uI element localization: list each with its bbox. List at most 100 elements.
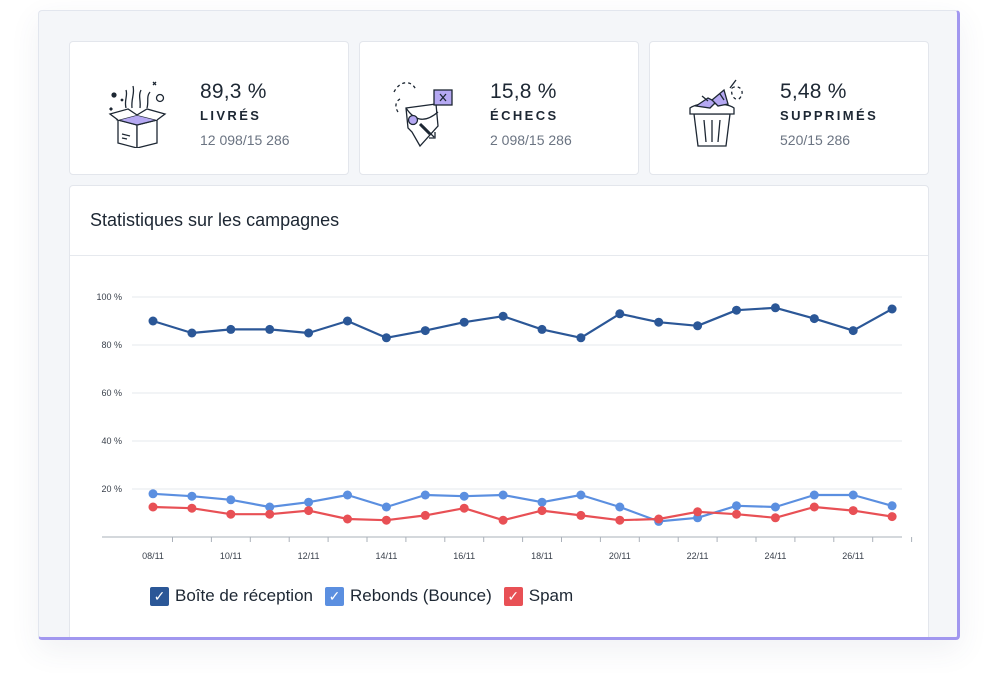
legend-label-spam: Spam (528, 586, 574, 605)
series-line-2 (152, 505, 893, 522)
data-point (226, 324, 236, 334)
data-point (343, 514, 352, 524)
data-point (770, 513, 780, 523)
data-point (381, 515, 391, 525)
y-tick-label: 100 % (96, 292, 122, 302)
deleted-card: 5,48 % SUPPRIMÉS 520/15 286 (649, 41, 929, 175)
data-point (148, 489, 158, 499)
data-point (459, 503, 469, 513)
delivered-percent: 89,3 % (200, 80, 267, 103)
data-point (693, 321, 703, 331)
data-point (848, 506, 858, 516)
data-point (732, 305, 741, 315)
campaign-line-chart: 20 % 40 % 60 % 80 % 100 % 08/11 10/11 12/11 14/1… (96, 292, 913, 561)
data-point (537, 497, 547, 507)
data-point (226, 495, 236, 505)
data-point (304, 497, 314, 507)
x-tick-label: 26/11 (842, 551, 864, 561)
data-point (848, 326, 858, 336)
x-tick-label: 22/11 (687, 551, 709, 561)
data-point (615, 515, 625, 525)
failed-count: 2 098/15 286 (490, 132, 572, 148)
legend-item-spam[interactable]: ✓ Spam (503, 586, 574, 606)
data-point (148, 316, 158, 326)
open-box-icon (108, 81, 167, 148)
data-point (498, 311, 508, 321)
data-point (304, 506, 314, 516)
data-point (381, 502, 391, 512)
data-point (148, 502, 158, 512)
data-point (848, 490, 858, 500)
data-point (537, 324, 547, 334)
x-tick-label: 20/11 (609, 551, 631, 561)
data-point (343, 316, 352, 326)
data-point (770, 303, 780, 313)
deleted-label: SUPPRIMÉS (780, 108, 879, 123)
failed-label: ÉCHECS (490, 108, 559, 123)
data-point (187, 491, 197, 501)
data-point (459, 491, 469, 501)
deleted-count: 520/15 286 (780, 132, 851, 148)
data-point (732, 501, 741, 511)
failed-percent: 15,8 % (490, 80, 557, 103)
inbox-checkbox[interactable]: ✓ (150, 586, 169, 606)
data-point (770, 502, 780, 512)
data-point (809, 502, 819, 512)
x-tick-label: 08/11 (142, 551, 164, 561)
data-point (809, 314, 819, 324)
failed-card: 15,8 % ÉCHECS 2 098/15 286 (359, 41, 639, 175)
data-point (304, 328, 314, 338)
spam-checkbox[interactable]: ✓ (503, 586, 523, 606)
data-point (265, 509, 275, 519)
data-point (887, 512, 897, 522)
data-point (187, 503, 197, 513)
x-tick-label: 16/11 (453, 551, 475, 561)
data-point (537, 506, 547, 516)
stats-title: Statistiques sur les campagnes (70, 186, 928, 256)
data-point (615, 502, 625, 512)
data-point (887, 304, 897, 314)
data-point (265, 324, 275, 334)
x-tick-label: 14/11 (375, 551, 397, 561)
data-point (809, 490, 819, 500)
data-point (576, 510, 586, 520)
trash-can-icon (689, 79, 743, 147)
legend-item-inbox[interactable]: ✓ Boîte de réception (150, 586, 313, 606)
y-tick-label: 60 % (101, 388, 122, 398)
failed-envelope-icon (393, 82, 453, 148)
data-point (459, 317, 469, 327)
y-tick-label: 80 % (101, 340, 122, 350)
delivered-card: 89,3 % LIVRÉS 12 098/15 286 (69, 41, 349, 175)
data-point (498, 490, 508, 500)
data-point (654, 317, 664, 327)
data-point (187, 328, 197, 338)
data-point (615, 309, 625, 319)
delivered-label: LIVRÉS (200, 108, 262, 123)
x-tick-label: 12/11 (298, 551, 320, 561)
data-point (420, 326, 430, 336)
data-point (343, 490, 352, 500)
campaign-stats-card: Statistiques sur les campagnes 20 % 40 % 6… (69, 185, 929, 637)
data-point (381, 333, 391, 343)
y-tick-label: 20 % (101, 484, 122, 494)
data-point (420, 510, 430, 520)
data-point (576, 333, 586, 343)
bounce-checkbox[interactable]: ✓ (324, 586, 344, 606)
data-point (693, 507, 703, 517)
series-line-0 (152, 306, 893, 339)
x-tick-label: 10/11 (220, 551, 242, 561)
delivered-count: 12 098/15 286 (200, 132, 290, 148)
dashboard-panel: 89,3 % LIVRÉS 12 098/15 286 15,8 % ÉCHEC… (38, 10, 960, 640)
data-point (498, 515, 508, 525)
x-tick-label: 24/11 (764, 551, 786, 561)
legend-label-inbox: Boîte de réception (175, 586, 313, 605)
data-point (654, 514, 664, 524)
legend-label-bounce: Rebonds (Bounce) (349, 586, 492, 605)
data-point (732, 509, 741, 519)
data-point (576, 490, 586, 500)
deleted-percent: 5,48 % (780, 80, 847, 103)
data-point (226, 509, 236, 519)
x-tick-label: 18/11 (531, 551, 553, 561)
chart-legend: ✓ Boîte de réception ✓ Rebonds (Bounce) … (150, 586, 573, 606)
legend-item-bounce[interactable]: ✓ Rebonds (Bounce) (324, 586, 492, 606)
